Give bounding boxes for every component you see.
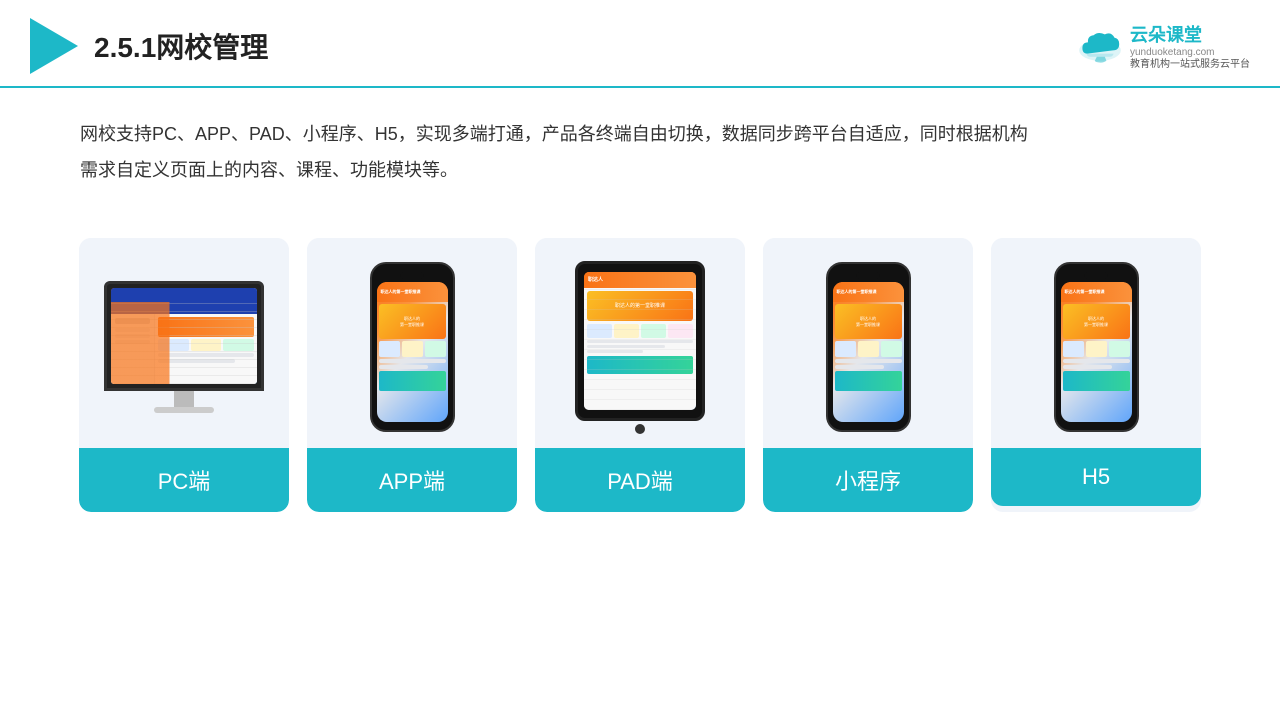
header-left: 2.5.1网校管理 [30, 18, 268, 74]
header: 2.5.1网校管理 云朵课堂 yunduoketang.com 教育机构一站式服… [0, 0, 1280, 88]
card-miniapp-label: 小程序 [763, 448, 973, 512]
card-pc-label: PC端 [79, 448, 289, 512]
card-h5: 职达人的第一堂职推课 职达人的第一堂职推课 [991, 238, 1201, 512]
logo-triangle-icon [30, 18, 78, 74]
brand-tagline: 教育机构一站式服务云平台 [1130, 58, 1250, 71]
description-line2: 需求自定义页面上的内容、课程、功能模块等。 [80, 152, 1200, 188]
app-device-icon: 职达人的第一堂职推课 职达人的第一堂职推课 [370, 262, 455, 432]
cloud-icon [1076, 28, 1124, 64]
card-h5-label: H5 [991, 448, 1201, 506]
card-pc-image [79, 238, 289, 448]
brand-name: 云朵课堂 [1130, 21, 1202, 47]
header-right: 云朵课堂 yunduoketang.com 教育机构一站式服务云平台 [1076, 21, 1250, 71]
brand-text: 云朵课堂 yunduoketang.com 教育机构一站式服务云平台 [1130, 21, 1250, 71]
h5-device-icon: 职达人的第一堂职推课 职达人的第一堂职推课 [1054, 262, 1139, 432]
card-pad-label: PAD端 [535, 448, 745, 512]
page-title: 2.5.1网校管理 [94, 26, 268, 66]
brand-url: yunduoketang.com [1130, 47, 1215, 58]
card-h5-image: 职达人的第一堂职推课 职达人的第一堂职推课 [991, 238, 1201, 448]
pad-device-icon: 职达人 职达人的第一堂职推课 [575, 261, 705, 434]
card-app-label: APP端 [307, 448, 517, 512]
card-app: 职达人的第一堂职推课 职达人的第一堂职推课 [307, 238, 517, 512]
cards-container: PC端 职达人的第一堂职推课 职达人的第一堂职推课 [0, 208, 1280, 542]
pc-device-icon [104, 281, 264, 413]
card-miniapp: 职达人的第一堂职推课 职达人的第一堂职推课 [763, 238, 973, 512]
card-miniapp-image: 职达人的第一堂职推课 职达人的第一堂职推课 [763, 238, 973, 448]
miniapp-device-icon: 职达人的第一堂职推课 职达人的第一堂职推课 [826, 262, 911, 432]
card-pad: 职达人 职达人的第一堂职推课 [535, 238, 745, 512]
card-app-image: 职达人的第一堂职推课 职达人的第一堂职推课 [307, 238, 517, 448]
brand-logo: 云朵课堂 yunduoketang.com 教育机构一站式服务云平台 [1076, 21, 1250, 71]
description-text: 网校支持PC、APP、PAD、小程序、H5，实现多端打通，产品各终端自由切换，数… [0, 88, 1280, 198]
card-pad-image: 职达人 职达人的第一堂职推课 [535, 238, 745, 448]
description-line1: 网校支持PC、APP、PAD、小程序、H5，实现多端打通，产品各终端自由切换，数… [80, 116, 1200, 152]
card-pc: PC端 [79, 238, 289, 512]
